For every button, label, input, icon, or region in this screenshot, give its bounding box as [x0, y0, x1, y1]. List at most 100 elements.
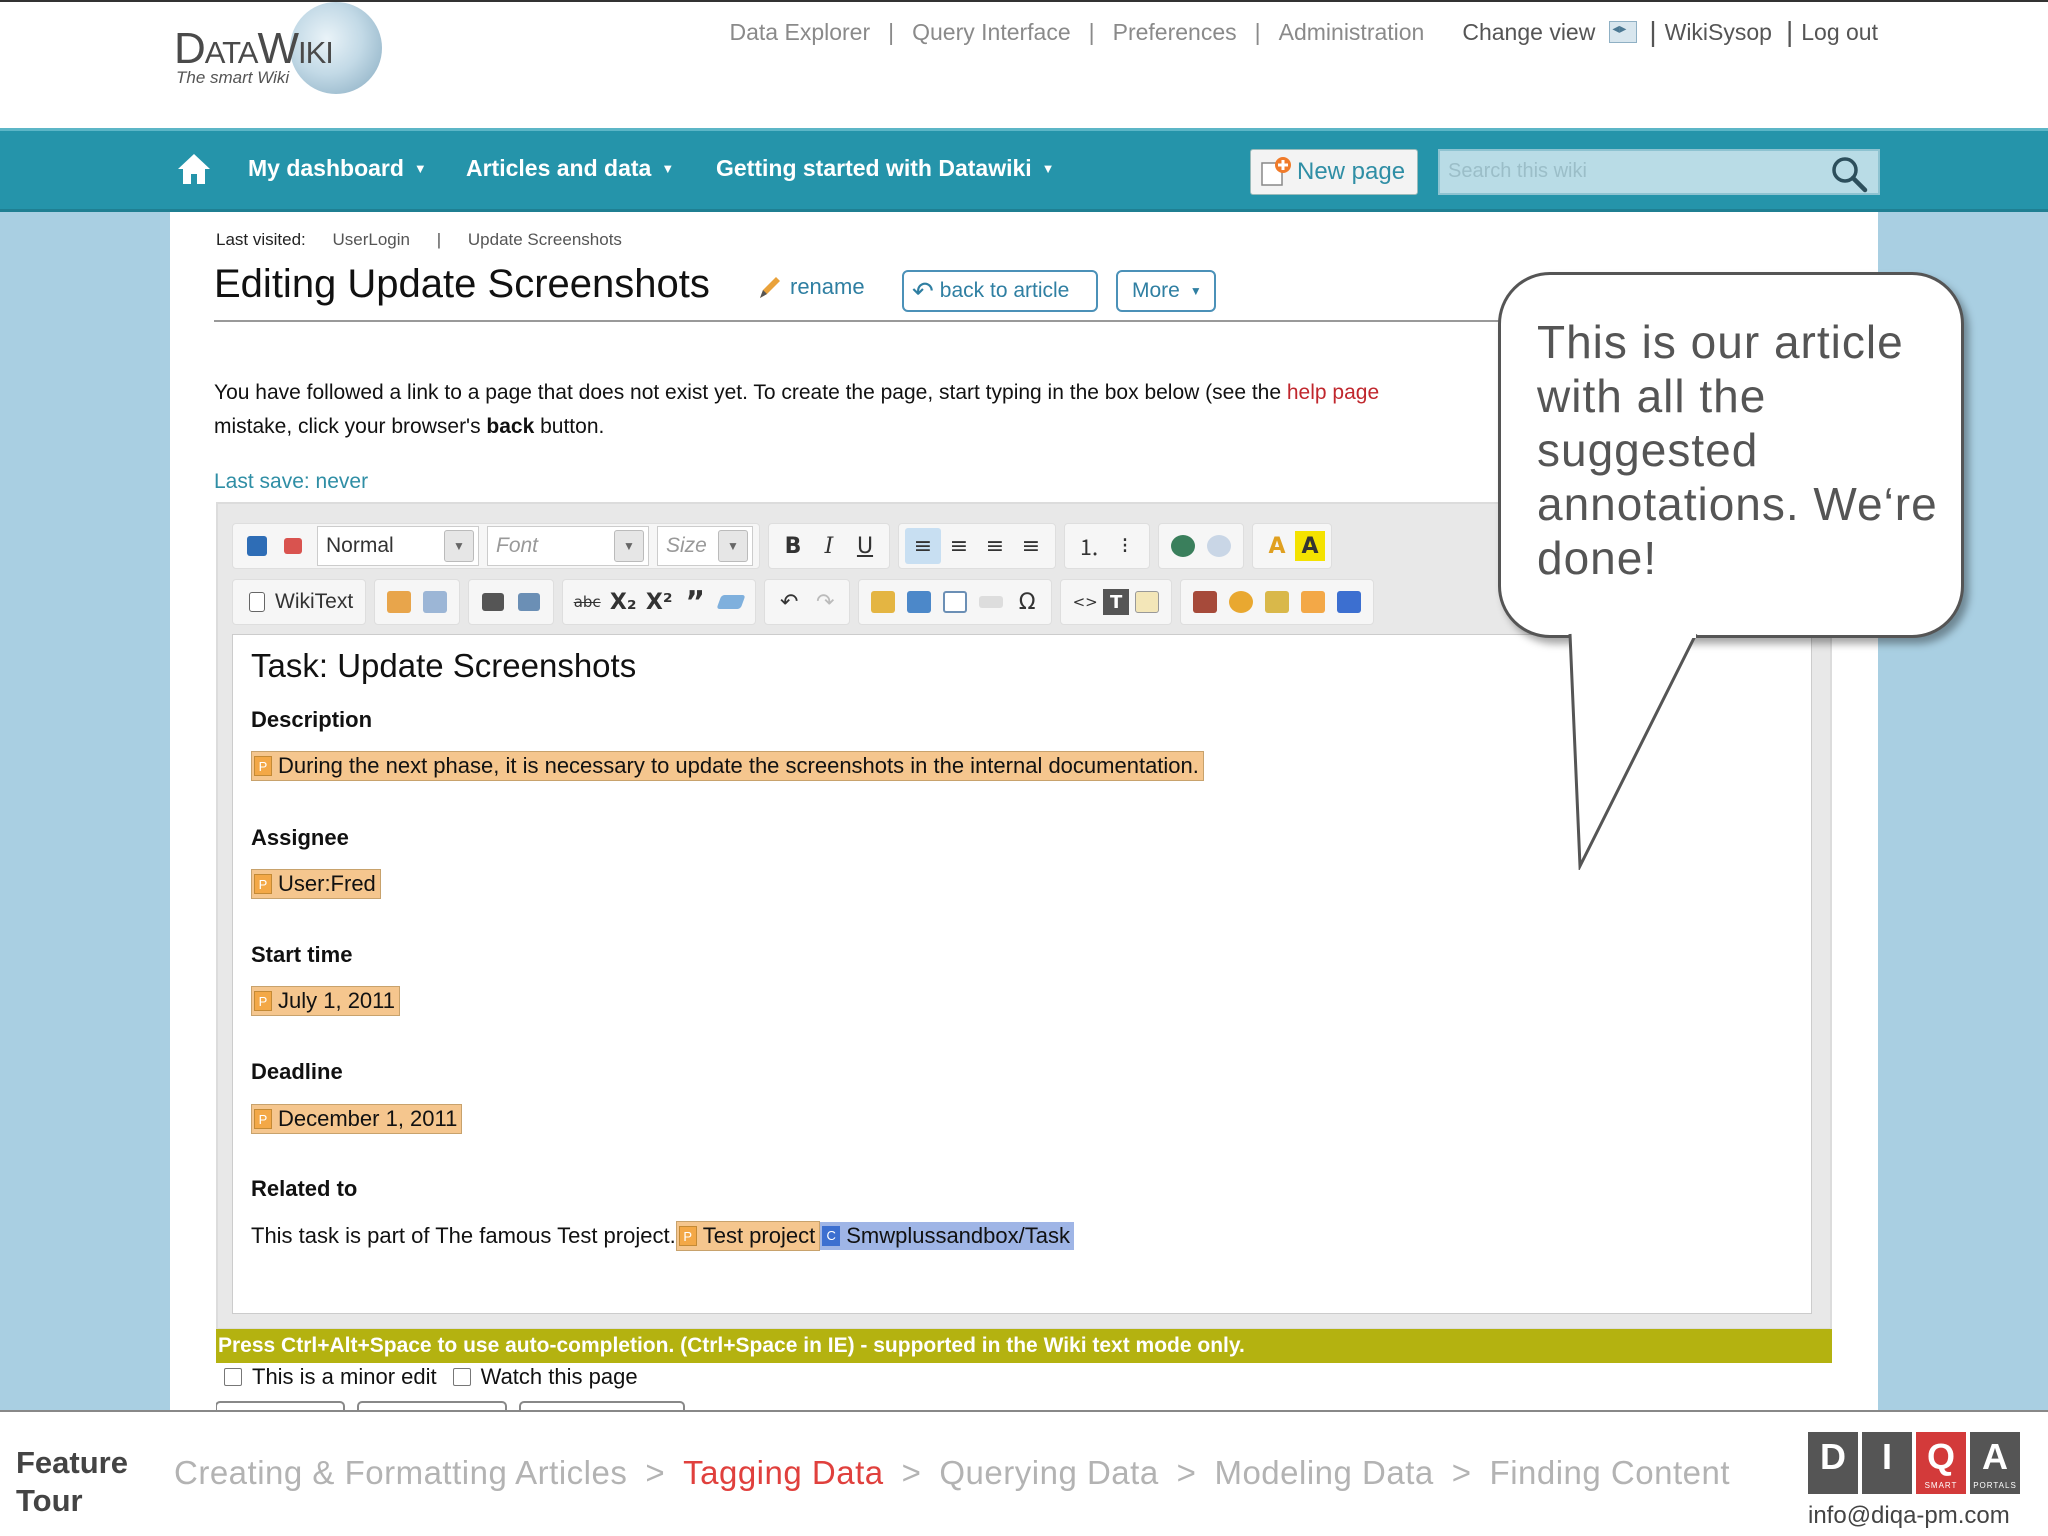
eraser-icon[interactable]: [713, 584, 749, 620]
assignee-label: Assignee: [251, 825, 349, 850]
menu-articles-and-data[interactable]: Articles and data ▼: [466, 155, 674, 182]
category-annotation[interactable]: C Smwplussandbox/Task: [820, 1222, 1074, 1250]
template-button[interactable]: T: [1103, 589, 1130, 615]
menu-my-dashboard[interactable]: My dashboard ▼: [248, 155, 427, 182]
blockquote-button[interactable]: ”: [677, 584, 713, 620]
strikethrough-button[interactable]: abc: [569, 584, 605, 620]
property-badge-icon: P: [678, 1226, 697, 1246]
back-to-article-button[interactable]: ↶ back to article: [902, 270, 1098, 312]
last-visited-update-screenshots[interactable]: Update Screenshots: [468, 230, 622, 249]
format-select[interactable]: Normal ▼: [317, 526, 479, 566]
tour-step-tagging[interactable]: Tagging Data: [683, 1454, 883, 1492]
special-char-button[interactable]: Ω: [1009, 584, 1045, 620]
more-button[interactable]: More ▼: [1116, 270, 1216, 312]
datawiki-logo[interactable]: DataWiki The smart Wiki: [172, 2, 402, 102]
tour-step-querying[interactable]: Querying Data: [939, 1454, 1158, 1492]
align-left-icon[interactable]: ≡: [905, 528, 941, 564]
align-justify-icon[interactable]: ≡: [1013, 528, 1049, 564]
contact-email[interactable]: info@diqa-pm.com: [1808, 1502, 2010, 1530]
text-color-icon[interactable]: A: [1259, 528, 1295, 564]
tour-step-finding[interactable]: Finding Content: [1490, 1454, 1730, 1492]
edit-note-icon[interactable]: [1129, 584, 1165, 620]
minor-edit-checkbox[interactable]: [224, 1368, 242, 1386]
query-interface-link[interactable]: Query Interface: [912, 19, 1071, 46]
toolbar-group-clipboard: [374, 579, 461, 625]
main-nav: My dashboard ▼ Articles and data ▼ Getting…: [0, 128, 2048, 212]
diqa-letter: A: [1982, 1436, 2008, 1477]
wikitext-button[interactable]: WikiText: [275, 590, 359, 614]
toolbar-group-script: abc X₂ X² ”: [562, 579, 757, 625]
logout-link[interactable]: Log out: [1801, 19, 1878, 46]
property-icon[interactable]: [1295, 584, 1331, 620]
superscript-button[interactable]: X²: [641, 584, 677, 620]
search-icon[interactable]: [1830, 155, 1868, 193]
list-icon[interactable]: [1259, 584, 1295, 620]
data-explorer-link[interactable]: Data Explorer: [730, 19, 871, 46]
category-value: Smwplussandbox/Task: [846, 1223, 1070, 1248]
callout-text: This is our article with all the suggest…: [1537, 316, 1938, 584]
change-view-icon[interactable]: [1609, 20, 1638, 43]
property-badge-icon: P: [254, 991, 272, 1011]
toolbar-group-colors: A A: [1252, 523, 1332, 569]
related-annotation[interactable]: P Test project: [675, 1221, 821, 1251]
deadline-annotation[interactable]: P December 1, 2011: [251, 1104, 463, 1134]
toolbar-group-save: Normal ▼ Font ▼ Size ▼: [232, 523, 760, 569]
rename-link[interactable]: rename: [756, 274, 865, 300]
annotate-icon[interactable]: [1223, 584, 1259, 620]
align-right-icon[interactable]: ≡: [977, 528, 1013, 564]
align-center-icon[interactable]: ≡: [941, 528, 977, 564]
exit-icon[interactable]: [275, 528, 311, 564]
numbered-list-icon[interactable]: ⒈: [1071, 528, 1107, 564]
tour-step-creating[interactable]: Creating & Formatting Articles: [174, 1454, 627, 1492]
tour-step-modeling[interactable]: Modeling Data: [1214, 1454, 1433, 1492]
new-page-button[interactable]: New page: [1250, 149, 1418, 195]
find-icon[interactable]: [475, 584, 511, 620]
size-select[interactable]: Size ▼: [657, 526, 753, 566]
paste-word-icon[interactable]: [417, 584, 453, 620]
caret-down-icon: ▼: [413, 161, 427, 176]
source-button[interactable]: <>: [1067, 584, 1103, 620]
image-icon[interactable]: [865, 584, 901, 620]
paste-icon[interactable]: [381, 584, 417, 620]
unlink-icon[interactable]: [1201, 528, 1237, 564]
related-paragraph: This task is part of The famous Test pro…: [251, 1221, 1074, 1251]
horizontal-rule-icon[interactable]: [973, 584, 1009, 620]
underline-button[interactable]: U: [847, 528, 883, 564]
undo-icon[interactable]: ↶: [771, 584, 807, 620]
bulleted-list-icon[interactable]: ⁝: [1107, 528, 1143, 564]
change-view-link[interactable]: Change view: [1462, 19, 1595, 46]
feature-tour-footer: Feature Tour Creating & Formatting Artic…: [0, 1410, 2048, 1536]
search-input[interactable]: [1440, 151, 1820, 191]
watch-page-checkbox[interactable]: [452, 1368, 471, 1386]
last-visited-userlogin[interactable]: UserLogin: [333, 230, 411, 249]
font-select[interactable]: Font ▼: [487, 526, 649, 566]
category-icon[interactable]: [1331, 584, 1367, 620]
start-time-value: July 1, 2011: [278, 988, 396, 1013]
link-icon[interactable]: [1165, 528, 1201, 564]
redo-icon[interactable]: ↷: [807, 584, 843, 620]
home-icon[interactable]: [176, 151, 212, 187]
menu-getting-started[interactable]: Getting started with Datawiki ▼: [716, 155, 1055, 182]
toolbar-group-smw: [1180, 579, 1375, 625]
content-heading: Task: Update Screenshots: [251, 647, 637, 684]
administration-link[interactable]: Administration: [1279, 19, 1425, 46]
minor-edit-label: This is a minor edit: [252, 1364, 437, 1389]
notice-part: mistake, click your browser's: [214, 415, 487, 438]
upload-icon[interactable]: [901, 584, 937, 620]
bold-button[interactable]: B: [775, 528, 811, 564]
table-icon[interactable]: [937, 584, 973, 620]
replace-icon[interactable]: [511, 584, 547, 620]
wikitext-icon: [239, 584, 275, 620]
assignee-annotation[interactable]: P User:Fred: [251, 869, 381, 899]
preferences-link[interactable]: Preferences: [1113, 19, 1237, 46]
pencil-icon: [760, 277, 780, 298]
start-time-annotation[interactable]: P July 1, 2011: [251, 986, 401, 1016]
description-annotation[interactable]: P During the next phase, it is necessary …: [251, 751, 1204, 781]
italic-button[interactable]: I: [811, 528, 847, 564]
query-icon[interactable]: [1187, 584, 1223, 620]
help-page-link[interactable]: help page: [1287, 381, 1379, 404]
save-icon[interactable]: [239, 528, 275, 564]
highlight-color-icon[interactable]: A: [1295, 531, 1325, 561]
subscript-button[interactable]: X₂: [605, 584, 641, 620]
user-link[interactable]: WikiSysop: [1665, 19, 1772, 46]
